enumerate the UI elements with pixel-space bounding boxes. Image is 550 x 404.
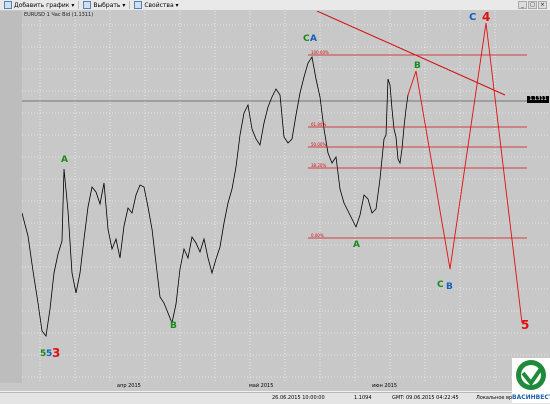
select-button[interactable]: Выбрать ▾: [79, 0, 129, 10]
wave-label-c-9: C: [469, 12, 477, 23]
dropdown-arrow-icon: ▾: [69, 1, 75, 9]
time-axis: апр 2015 май 2015 июн 2015: [0, 383, 550, 391]
current-price-tag: 1.1311: [527, 96, 549, 103]
add-chart-button[interactable]: Добавить график ▾: [0, 0, 78, 10]
wave-label-a-5: A: [353, 240, 360, 250]
status-gmt: GMT: 09.06.2015 04:22:45: [392, 395, 459, 401]
dropdown-arrow-icon: ▾: [120, 1, 126, 9]
add-chart-icon: [4, 1, 12, 9]
chart-title: EURUSD 1 Час Bid (1.1311): [24, 12, 94, 18]
properties-icon: [134, 1, 143, 9]
brand-logo: ВАСИНВЕСТ: [512, 358, 550, 403]
wave-label-c-2: C: [303, 34, 310, 44]
wave-label-c-7: C: [437, 280, 444, 290]
toolbar: Добавить график ▾ Выбрать ▾ Свойства ▾ _…: [0, 0, 550, 11]
wave-label-5-11: 5: [521, 318, 530, 332]
wave-label-b-4: B: [170, 321, 177, 331]
logo-icon: [516, 360, 546, 390]
time-axis-label: апр 2015: [117, 383, 141, 389]
minimize-button[interactable]: _: [518, 1, 527, 9]
fib-level-label: 61.80%: [311, 122, 327, 127]
wave-label-3-14: 3: [52, 346, 61, 360]
wave-label-a-3: A: [310, 34, 317, 44]
select-icon: [83, 1, 92, 9]
fib-level-label: 38.20%: [311, 163, 327, 168]
status-bar: 26.06.2015 10:00:00 1.1094 GMT: 09.06.20…: [0, 392, 550, 404]
status-price: 1.1094: [354, 395, 372, 401]
properties-button[interactable]: Свойства ▾: [130, 0, 182, 10]
chart-area[interactable]: [0, 10, 550, 391]
wave-label-4-10: 4: [482, 10, 491, 24]
fib-level-label: 50.00%: [311, 142, 327, 147]
price-chart-svg: [21, 10, 550, 383]
window-controls: _ □ ×: [518, 1, 547, 9]
wave-label-b-6: B: [414, 61, 421, 71]
price-axis: [0, 11, 22, 383]
fib-levels: [308, 54, 527, 239]
select-label: Выбрать: [93, 1, 121, 9]
maximize-button[interactable]: □: [528, 1, 537, 9]
status-datetime: 26.06.2015 10:00:00: [272, 395, 325, 401]
fib-level-label: 0.00%: [311, 233, 324, 238]
trend-line: [316, 10, 506, 96]
status-local-time: Локальное вре: [476, 395, 516, 401]
fib-level-label: 100.00%: [311, 50, 329, 55]
properties-label: Свойства: [144, 1, 174, 9]
dropdown-arrow-icon: ▾: [173, 1, 179, 9]
add-chart-label: Добавить график: [14, 1, 70, 9]
time-axis-label: июн 2015: [372, 383, 398, 389]
wave-label-a-1: A: [61, 155, 68, 165]
time-axis-label: май 2015: [249, 383, 274, 389]
wave-label-b-8: B: [446, 282, 453, 292]
close-button[interactable]: ×: [538, 1, 547, 9]
logo-text: ВАСИНВЕСТ: [512, 394, 550, 401]
